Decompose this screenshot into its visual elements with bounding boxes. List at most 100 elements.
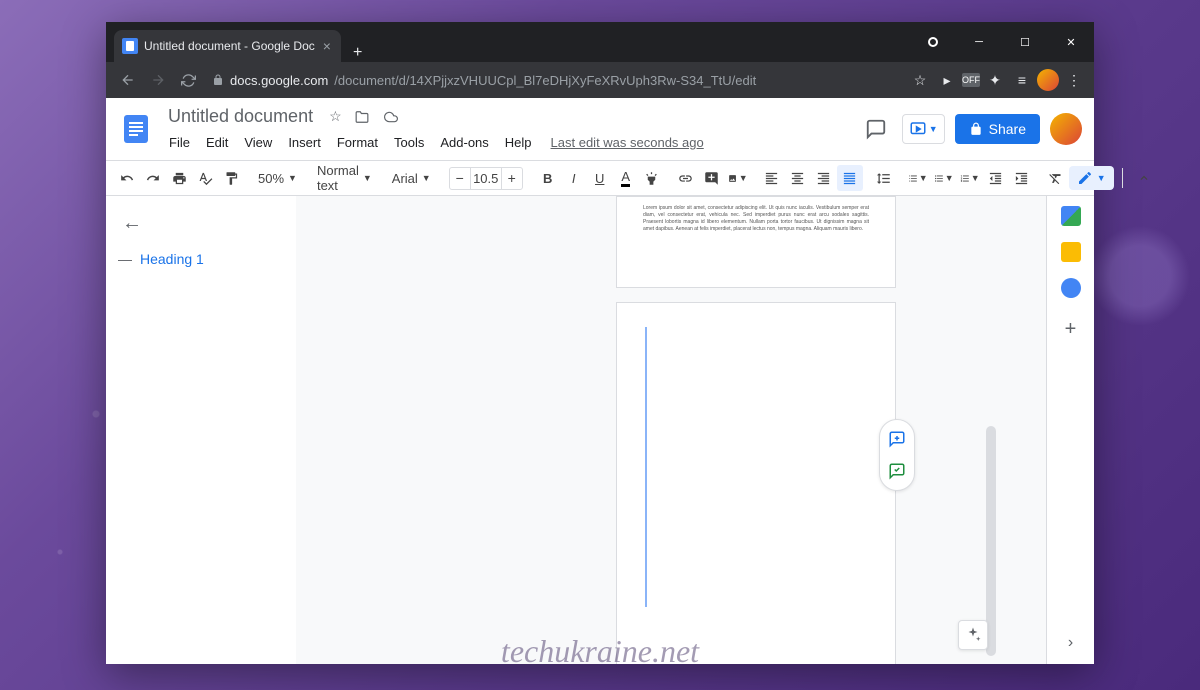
checklist-button[interactable]: ▼	[905, 165, 931, 191]
menu-help[interactable]: Help	[498, 131, 539, 154]
document-canvas[interactable]: Lorem ipsum dolor sit amet, consectetur …	[296, 196, 1046, 664]
comments-history-icon[interactable]	[860, 113, 892, 145]
reload-button[interactable]	[174, 66, 202, 94]
document-page-2[interactable]	[616, 302, 896, 664]
docs-header: Untitled document ☆ File Edit View Inser…	[106, 98, 1094, 160]
outline-collapse-icon: —	[118, 251, 132, 267]
highlight-button[interactable]	[639, 165, 665, 191]
align-center-button[interactable]	[785, 165, 811, 191]
title-area: Untitled document ☆ File Edit View Inser…	[162, 104, 852, 154]
line-spacing-button[interactable]	[871, 165, 897, 191]
chevron-down-icon: ▼	[929, 124, 938, 134]
insert-link-button[interactable]	[673, 165, 699, 191]
insert-comment-button[interactable]	[699, 165, 725, 191]
cloud-status-icon[interactable]	[380, 108, 402, 126]
account-avatar[interactable]	[1050, 113, 1082, 145]
browser-titlebar: Untitled document - Google Doc × + ─ ☐ ✕	[106, 22, 1094, 62]
keep-icon[interactable]	[1061, 242, 1081, 262]
insert-image-button[interactable]: ▼	[725, 165, 751, 191]
menu-view[interactable]: View	[237, 131, 279, 154]
zoom-select[interactable]: 50%▼	[252, 165, 303, 191]
menu-format[interactable]: Format	[330, 131, 385, 154]
back-button[interactable]	[114, 66, 142, 94]
underline-button[interactable]: U	[587, 165, 613, 191]
font-size-increase[interactable]: +	[502, 170, 522, 186]
calendar-icon[interactable]	[1061, 206, 1081, 226]
browser-tab[interactable]: Untitled document - Google Doc ×	[114, 30, 341, 62]
align-right-button[interactable]	[811, 165, 837, 191]
browser-menu-icon[interactable]: ⋮	[1062, 68, 1086, 92]
font-size-value[interactable]: 10.5	[470, 168, 502, 189]
add-addon-icon[interactable]: +	[1065, 318, 1077, 341]
side-panel-collapse-icon[interactable]: ›	[1068, 634, 1073, 652]
docs-logo[interactable]	[118, 111, 154, 147]
menu-addons[interactable]: Add-ons	[433, 131, 495, 154]
tab-title: Untitled document - Google Doc	[144, 39, 315, 53]
suggest-edit-icon[interactable]	[884, 458, 910, 484]
workspace: ← — Heading 1 Lorem ipsum dolor sit amet…	[106, 196, 1094, 664]
text-color-button[interactable]: A	[613, 165, 639, 191]
side-panel: + ›	[1046, 196, 1094, 664]
print-button[interactable]	[166, 165, 192, 191]
document-page-1[interactable]: Lorem ipsum dolor sit amet, consectetur …	[616, 196, 896, 288]
last-edit-link[interactable]: Last edit was seconds ago	[551, 135, 704, 150]
menubar: File Edit View Insert Format Tools Add-o…	[162, 131, 852, 154]
new-tab-button[interactable]: +	[341, 44, 374, 62]
close-tab-icon[interactable]: ×	[321, 38, 333, 54]
window-controls: ─ ☐ ✕	[910, 22, 1094, 62]
indent-decrease-button[interactable]	[983, 165, 1009, 191]
share-button[interactable]: Share	[955, 114, 1040, 144]
maximize-button[interactable]: ☐	[1002, 22, 1048, 62]
font-select[interactable]: Arial▼	[386, 165, 437, 191]
outline-heading-item[interactable]: — Heading 1	[118, 247, 284, 271]
page1-text: Lorem ipsum dolor sit amet, consectetur …	[643, 205, 869, 233]
url-input[interactable]: docs.google.com/document/d/14XPjjxzVHUUC…	[212, 73, 898, 88]
browser-window: Untitled document - Google Doc × + ─ ☐ ✕…	[106, 22, 1094, 664]
tasks-icon[interactable]	[1061, 278, 1081, 298]
menu-tools[interactable]: Tools	[387, 131, 431, 154]
address-bar: docs.google.com/document/d/14XPjjxzVHUUC…	[106, 62, 1094, 98]
docs-favicon	[122, 38, 138, 54]
outline-heading-label: Heading 1	[140, 251, 204, 267]
font-size-decrease[interactable]: −	[450, 170, 470, 186]
minimize-button[interactable]: ─	[956, 22, 1002, 62]
menu-insert[interactable]: Insert	[281, 131, 328, 154]
numbered-list-button[interactable]: ▼	[957, 165, 983, 191]
forward-button[interactable]	[144, 66, 172, 94]
notify-icon[interactable]: ≡	[1010, 68, 1034, 92]
undo-button[interactable]	[114, 165, 140, 191]
align-justify-button[interactable]	[837, 165, 863, 191]
docs-app: Untitled document ☆ File Edit View Inser…	[106, 98, 1094, 664]
browser-avatar[interactable]	[1037, 69, 1059, 91]
explore-button[interactable]	[958, 620, 988, 650]
clear-formatting-button[interactable]	[1043, 165, 1069, 191]
indent-increase-button[interactable]	[1009, 165, 1035, 191]
font-size-stepper: − 10.5 +	[449, 167, 523, 190]
editing-mode-button[interactable]: ▼	[1069, 166, 1114, 190]
align-left-button[interactable]	[759, 165, 785, 191]
styles-select[interactable]: Normal text▼	[311, 165, 378, 191]
present-button[interactable]: ▼	[902, 114, 945, 144]
menu-file[interactable]: File	[162, 131, 197, 154]
star-document-icon[interactable]: ☆	[327, 106, 344, 127]
puzzle-icon[interactable]: ✦	[983, 68, 1007, 92]
collapse-toolbar-button[interactable]	[1131, 165, 1157, 191]
tag-icon[interactable]: ▸	[935, 68, 959, 92]
document-title[interactable]: Untitled document	[162, 104, 319, 129]
record-icon[interactable]	[910, 22, 956, 62]
add-comment-icon[interactable]	[884, 426, 910, 452]
outline-back-button[interactable]: ←	[118, 208, 146, 239]
italic-button[interactable]: I	[561, 165, 587, 191]
url-host: docs.google.com	[230, 73, 328, 88]
move-document-icon[interactable]	[352, 108, 372, 126]
header-actions: ▼ Share	[860, 113, 1082, 145]
ext-off-icon[interactable]: OFF	[962, 73, 980, 87]
close-window-button[interactable]: ✕	[1048, 22, 1094, 62]
star-icon[interactable]: ☆	[908, 68, 932, 92]
bold-button[interactable]: B	[535, 165, 561, 191]
bullet-list-button[interactable]: ▼	[931, 165, 957, 191]
spellcheck-button[interactable]	[192, 165, 218, 191]
menu-edit[interactable]: Edit	[199, 131, 235, 154]
paint-format-button[interactable]	[218, 165, 244, 191]
redo-button[interactable]	[140, 165, 166, 191]
